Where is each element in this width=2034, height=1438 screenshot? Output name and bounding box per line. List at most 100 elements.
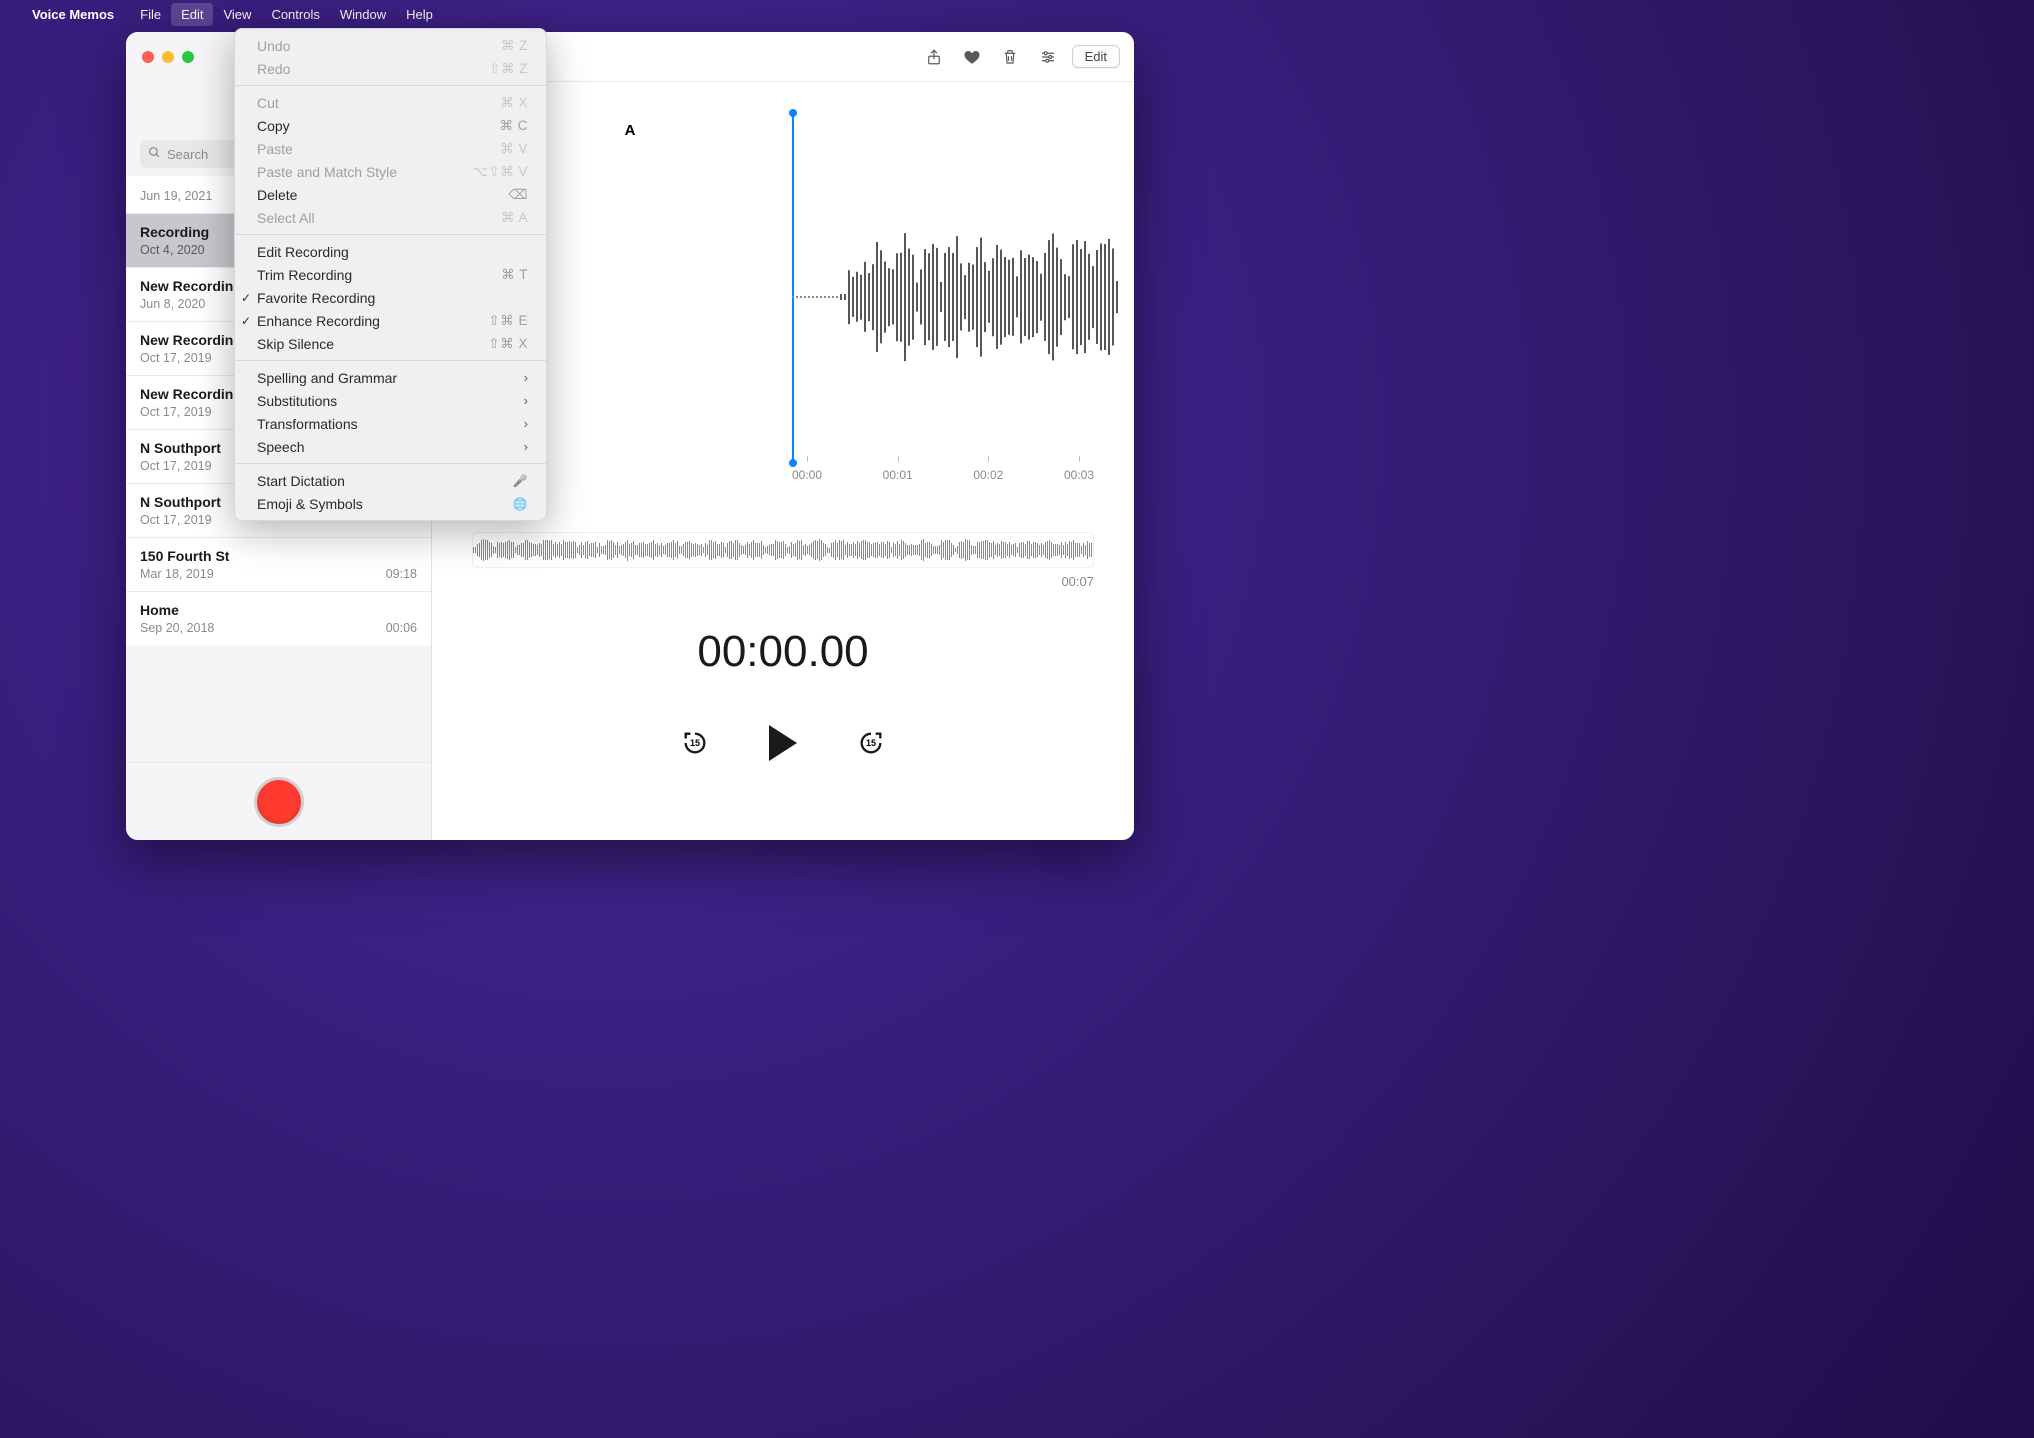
mini-wave-bar (875, 542, 876, 558)
mini-wave-bar (473, 547, 474, 554)
menu-item-label: Transformations (257, 416, 524, 432)
mini-wave-bar (1057, 544, 1058, 555)
mini-wave-bar (831, 543, 832, 558)
menu-edit[interactable]: Edit (171, 3, 213, 26)
waveform-overview[interactable] (472, 532, 1094, 568)
mini-wave-bar (967, 540, 968, 559)
edit-button[interactable]: Edit (1072, 45, 1120, 68)
mini-wave-bar (691, 543, 692, 557)
mini-wave-bar (915, 545, 916, 555)
mini-wave-bar (737, 540, 738, 561)
skip-forward-15-button[interactable]: 15 (857, 729, 885, 757)
mini-wave-bar (885, 544, 886, 555)
mini-wave-bar (743, 546, 744, 554)
mini-wave-bar (1015, 543, 1016, 557)
menu-item-label: Speech (257, 439, 524, 455)
wave-bar (856, 272, 858, 322)
mini-wave-bar (1021, 542, 1022, 557)
mini-wave-bar (833, 542, 834, 558)
mini-wave-bar (785, 544, 786, 555)
mini-wave-bar (513, 542, 514, 557)
mini-wave-bar (895, 544, 896, 556)
menu-view[interactable]: View (213, 3, 261, 26)
play-button[interactable] (769, 725, 797, 761)
mini-wave-bar (531, 543, 532, 556)
mini-wave-bar (1005, 542, 1006, 559)
settings-sliders-icon[interactable] (1034, 45, 1062, 69)
wave-bar (888, 268, 890, 326)
mini-wave-bar (1029, 541, 1030, 559)
mini-wave-bar (655, 544, 656, 556)
list-item[interactable]: 150 Fourth StMar 18, 201909:18 (126, 537, 431, 591)
mini-wave-bar (823, 543, 824, 557)
menu-item-spelling-and-grammar[interactable]: Spelling and Grammar› (235, 366, 546, 389)
waveform-zoomed[interactable]: 00:0000:0100:0200:03 (472, 112, 1094, 482)
skip-back-15-button[interactable]: 15 (681, 729, 709, 757)
mini-wave-bar (769, 545, 770, 554)
share-icon[interactable] (920, 45, 948, 69)
mini-wave-bar (569, 541, 570, 560)
mini-wave-bar (503, 543, 504, 556)
mini-wave-bar (493, 546, 494, 555)
menu-item-label: Skip Silence (257, 336, 488, 352)
checkmark-icon: ✓ (241, 291, 251, 305)
mini-wave-bar (497, 542, 498, 558)
mini-wave-bar (903, 541, 904, 560)
mini-wave-bar (1001, 541, 1002, 558)
mini-wave-bar (709, 540, 710, 559)
wave-bar (1024, 258, 1026, 336)
menu-item-enhance-recording[interactable]: ✓Enhance Recording⇧⌘ E (235, 309, 546, 332)
wave-bar (1044, 253, 1046, 341)
menu-item-favorite-recording[interactable]: ✓Favorite Recording (235, 286, 546, 309)
menu-item-delete[interactable]: Delete⌫ (235, 183, 546, 206)
mini-wave-bar (631, 543, 632, 557)
mini-wave-bar (889, 542, 890, 558)
menu-item-emoji-symbols[interactable]: Emoji & Symbols🌐 (235, 492, 546, 515)
wave-dot (816, 296, 818, 298)
menu-shortcut: ⌘ X (500, 95, 528, 111)
menu-item-paste-and-match-style: Paste and Match Style⌥⇧⌘ V (235, 160, 546, 183)
mini-wave-bar (839, 540, 840, 560)
wave-bar (928, 253, 930, 340)
app-name[interactable]: Voice Memos (32, 7, 114, 22)
mini-wave-bar (641, 543, 642, 556)
mini-wave-bar (897, 541, 898, 559)
menu-item-substitutions[interactable]: Substitutions› (235, 389, 546, 412)
mini-wave-bar (795, 543, 796, 557)
mini-wave-bar (515, 547, 516, 552)
menu-item-skip-silence[interactable]: Skip Silence⇧⌘ X (235, 332, 546, 355)
mini-wave-bar (809, 545, 810, 555)
wave-bar (1060, 259, 1062, 335)
wave-bar (956, 236, 958, 358)
mini-wave-bar (937, 546, 938, 554)
favorite-icon[interactable] (958, 45, 986, 69)
minimize-window-button[interactable] (162, 51, 174, 63)
menu-item-copy[interactable]: Copy⌘ C (235, 114, 546, 137)
menu-file[interactable]: File (130, 3, 171, 26)
list-item[interactable]: HomeSep 20, 201800:06 (126, 591, 431, 645)
wave-bar (940, 282, 942, 312)
mini-wave-bar (537, 545, 538, 554)
mini-wave-bar (893, 543, 894, 558)
menu-item-edit-recording[interactable]: Edit Recording (235, 240, 546, 263)
menu-item-trim-recording[interactable]: Trim Recording⌘ T (235, 263, 546, 286)
menu-item-label: Delete (257, 187, 508, 203)
menu-item-start-dictation[interactable]: Start Dictation🎤 (235, 469, 546, 492)
record-button[interactable] (254, 777, 304, 827)
globe-icon: 🌐 (513, 497, 528, 511)
mini-wave-bar (845, 545, 846, 555)
trash-icon[interactable] (996, 45, 1024, 69)
menu-item-label: Trim Recording (257, 267, 501, 283)
zoom-window-button[interactable] (182, 51, 194, 63)
wave-bar (960, 263, 962, 330)
menu-controls[interactable]: Controls (261, 3, 329, 26)
menu-item-speech[interactable]: Speech› (235, 435, 546, 458)
menu-help[interactable]: Help (396, 3, 443, 26)
menu-item-transformations[interactable]: Transformations› (235, 412, 546, 435)
mini-wave-bar (711, 540, 712, 560)
wave-bar (876, 242, 878, 352)
mini-wave-bar (969, 540, 970, 560)
mini-wave-bar (965, 539, 966, 561)
menu-window[interactable]: Window (330, 3, 396, 26)
close-window-button[interactable] (142, 51, 154, 63)
